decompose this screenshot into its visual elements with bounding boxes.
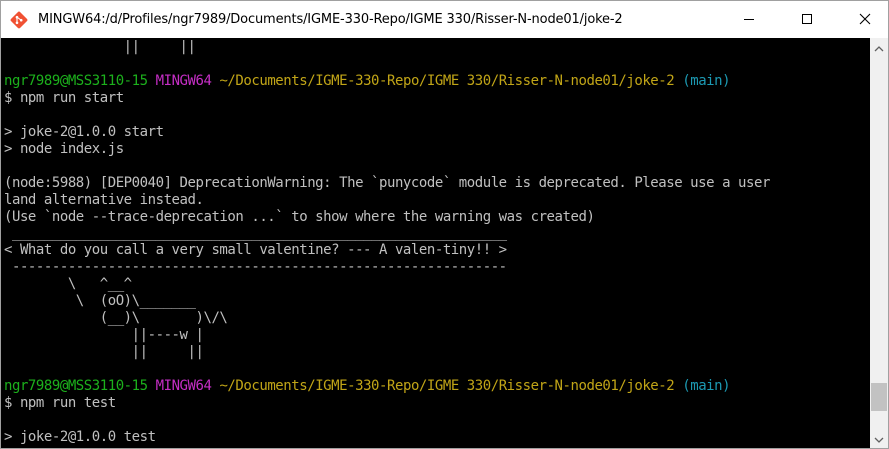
title-bar[interactable]: MINGW64:/d/Profiles/ngr7989/Documents/IG… — [1, 1, 888, 38]
terminal-output[interactable]: || || ngr7989@MSS3110-15 MINGW64 ~/Docume… — [1, 38, 870, 448]
terminal-text: \ ^__^ — [4, 276, 132, 293]
terminal-text: ||----w | — [4, 327, 204, 344]
terminal-text: ~/Documents/IGME-330-Repo/IGME 330/Risse… — [219, 72, 675, 89]
close-icon — [859, 10, 871, 29]
terminal-line: < What do you call a very small valentin… — [4, 242, 507, 259]
terminal-line: ngr7989@MSS3110-15 MINGW64 ~/Documents/I… — [4, 378, 731, 395]
terminal-line: ----------------------------------------… — [4, 259, 507, 276]
terminal-line: (__)\ )\/\ — [4, 310, 228, 327]
vertical-scrollbar[interactable] — [870, 38, 888, 448]
terminal-text: (main) — [682, 72, 731, 89]
terminal-text: > joke-2@1.0.0 test — [4, 428, 156, 445]
terminal-line: $ npm run test — [4, 395, 116, 412]
git-bash-icon — [9, 10, 29, 30]
terminal-text: ngr7989@MSS3110-15 — [4, 72, 148, 89]
scroll-down-button[interactable] — [870, 430, 888, 447]
terminal-text: > node index.js — [4, 140, 124, 157]
chevron-up-icon — [874, 38, 884, 57]
terminal-text: $ npm run start — [4, 89, 124, 106]
terminal-text: \ (oO)\_______ — [4, 293, 196, 310]
terminal-line: $ npm run start — [4, 90, 124, 107]
terminal-text: ~/Documents/IGME-330-Repo/IGME 330/Risse… — [219, 378, 675, 394]
scroll-thumb[interactable] — [871, 383, 887, 411]
maximize-button[interactable] — [784, 1, 830, 38]
terminal-line: > joke-2@1.0.0 test — [4, 429, 156, 446]
terminal-text: || || — [4, 344, 204, 361]
terminal-text: ngr7989@MSS3110-15 — [4, 378, 148, 394]
terminal-text: < What do you call a very small valentin… — [4, 242, 507, 259]
terminal-line: || || — [4, 344, 204, 361]
chevron-down-icon — [874, 429, 884, 448]
terminal-text: MINGW64 — [155, 378, 212, 394]
close-button[interactable] — [842, 1, 888, 38]
terminal-text: land alternative instead. — [4, 191, 204, 208]
terminal-window: MINGW64:/d/Profiles/ngr7989/Documents/IG… — [0, 0, 889, 449]
terminal-text: ________________________________________… — [4, 225, 507, 242]
terminal-line: \ ^__^ — [4, 276, 132, 293]
terminal-line: > joke-2@1.0.0 start — [4, 124, 164, 141]
terminal-line: land alternative instead. — [4, 191, 204, 209]
terminal-line: > node index.js — [4, 141, 124, 158]
terminal-text: (main) — [682, 378, 731, 394]
terminal-text: (__)\ )\/\ — [4, 310, 228, 327]
terminal-text: || || — [4, 39, 196, 55]
terminal-line: ||----w | — [4, 327, 204, 344]
terminal-text: $ npm run test — [4, 394, 116, 411]
maximize-icon — [801, 10, 813, 29]
minimize-button[interactable] — [726, 1, 772, 38]
terminal-line: \ (oO)\_______ — [4, 293, 196, 310]
terminal-line: (node:5988) [DEP0040] DeprecationWarning… — [4, 175, 770, 192]
terminal-text: ----------------------------------------… — [4, 259, 507, 276]
terminal-text: (node:5988) [DEP0040] DeprecationWarning… — [4, 174, 770, 191]
terminal-line: ngr7989@MSS3110-15 MINGW64 ~/Documents/I… — [4, 72, 731, 90]
window-title: MINGW64:/d/Profiles/ngr7989/Documents/IG… — [38, 12, 623, 27]
terminal-text: MINGW64 — [155, 72, 212, 89]
terminal-text: (Use `node --trace-deprecation ...` to s… — [4, 208, 595, 225]
scroll-up-button[interactable] — [870, 39, 888, 56]
minimize-icon — [743, 10, 755, 29]
terminal-text: > joke-2@1.0.0 start — [4, 123, 164, 140]
terminal-line: (Use `node --trace-deprecation ...` to s… — [4, 208, 595, 226]
terminal-line: ________________________________________… — [4, 225, 507, 242]
terminal-line: || || — [4, 39, 196, 56]
